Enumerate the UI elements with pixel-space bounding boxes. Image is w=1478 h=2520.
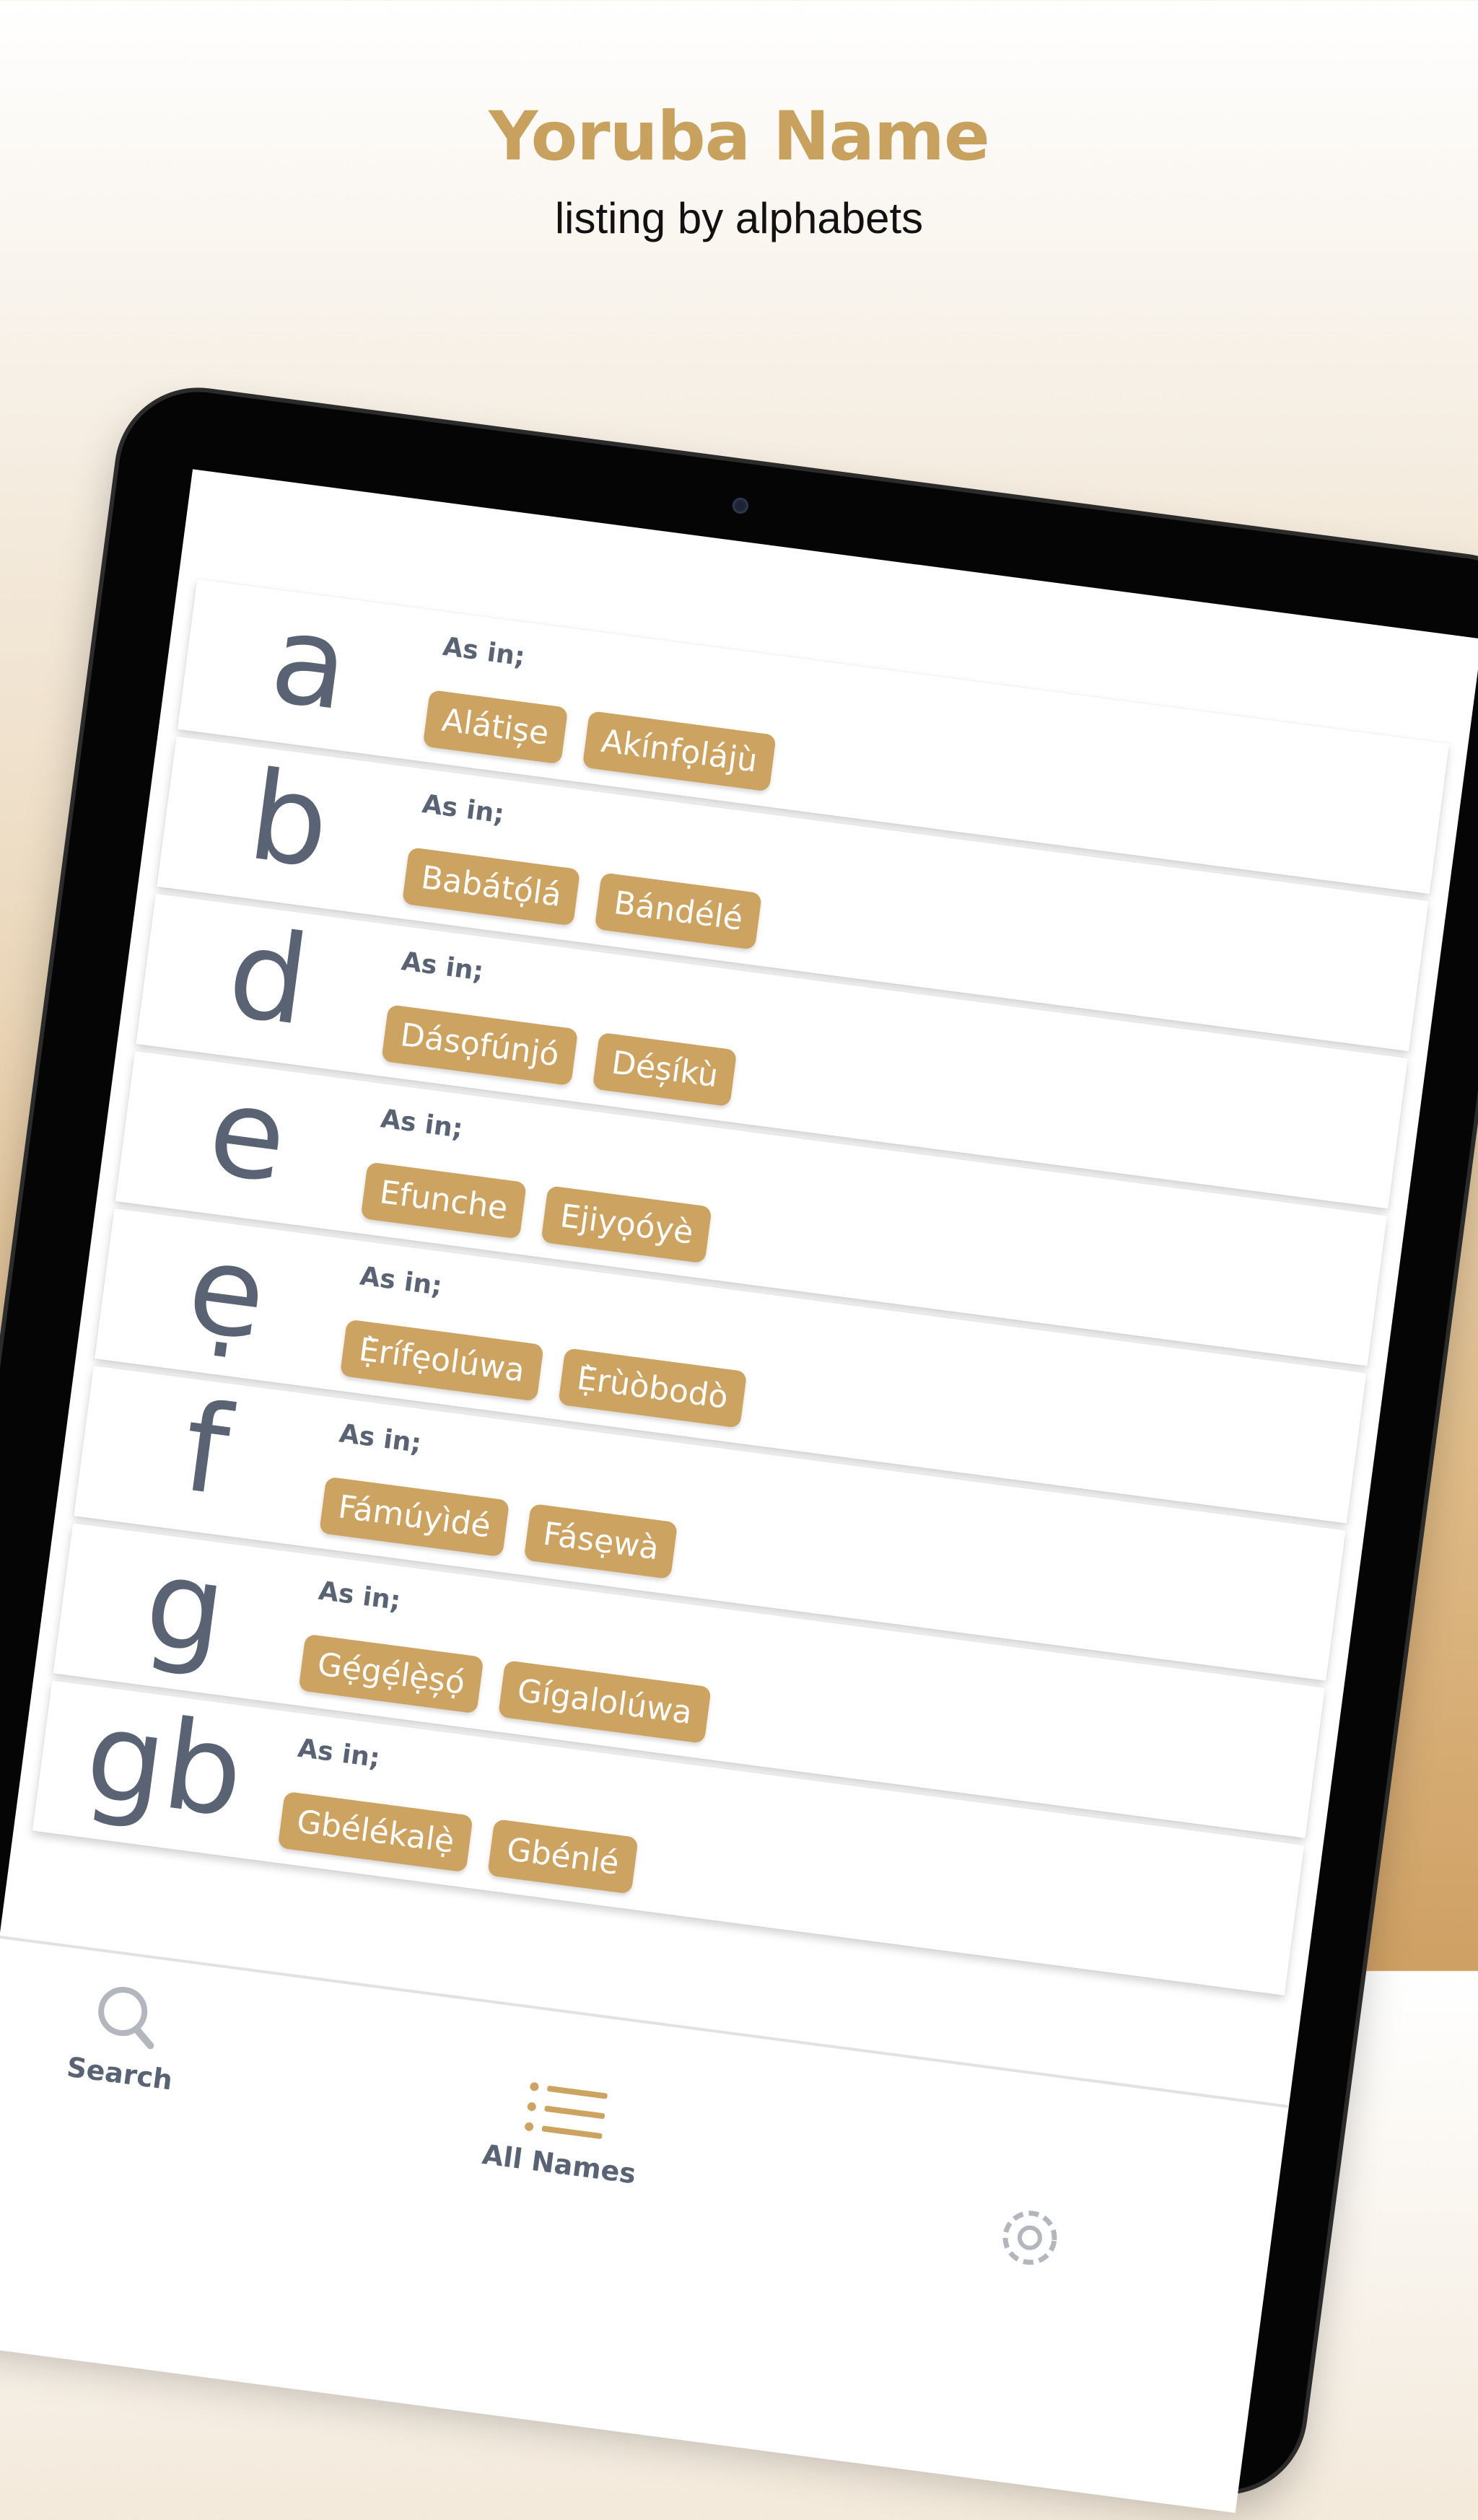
example-name-chip[interactable]: Gbénlé [487, 1819, 639, 1895]
example-name-chip[interactable]: Efunche [360, 1162, 528, 1239]
as-in-label: As in; [337, 1418, 424, 1459]
example-name-chip[interactable]: Gígalolúwa [498, 1660, 712, 1744]
alphabet-letter: b [241, 744, 338, 897]
alphabet-letter: d [220, 901, 317, 1054]
example-name-chip[interactable]: Gbélékalẹ̀ [277, 1791, 474, 1873]
hero-title: Yoruba Name [489, 97, 990, 176]
example-name-chip[interactable]: Gẹ́gẹ́lẹ̀șọ́ [298, 1633, 484, 1714]
alphabet-list: a As in; Alátișe Akínfọlájù b As in; Bab… [32, 579, 1450, 2003]
as-in-label: As in; [379, 1104, 465, 1144]
alphabet-letter: a [263, 587, 357, 739]
tab-all-names[interactable]: All Names [450, 2068, 677, 2194]
tab-settings[interactable] [917, 2185, 1142, 2291]
as-in-label: As in; [358, 1261, 444, 1301]
as-in-label: As in; [399, 947, 486, 987]
example-name-chip[interactable]: Ejiyọóyè [541, 1185, 713, 1264]
example-name-chip[interactable]: Dásọfúnjó [381, 1004, 579, 1086]
camera-dot [731, 496, 750, 515]
alphabet-letter: gb [78, 1683, 252, 1845]
hero-subtitle: listing by alphabets [554, 194, 924, 242]
example-name-chip[interactable]: Babátọ́lá [401, 847, 581, 926]
gear-icon [917, 2185, 1142, 2291]
as-in-label: As in; [316, 1576, 403, 1617]
bottom-tab-bar: Search All Names [0, 1935, 1290, 2309]
example-name-chip[interactable]: Ẹ̀rífẹolúwa [339, 1319, 544, 1402]
example-name-chip[interactable]: Akínfọlájù [582, 711, 777, 792]
app-screen: a As in; Alátișe Akínfọlájù b As in; Bab… [0, 469, 1478, 2514]
example-chips: Gbélékalẹ̀ Gbénlé [277, 1791, 639, 1895]
example-name-chip[interactable]: Alátișe [422, 689, 569, 765]
tablet-device: a As in; Alátișe Akínfọlájù b As in; Bab… [0, 382, 1478, 2514]
example-name-chip[interactable]: Fámúyìdé [319, 1476, 510, 1558]
tab-search[interactable]: Search [10, 1971, 238, 2104]
alphabet-letter: ẹ [180, 1216, 274, 1369]
alphabet-letter: e [201, 1059, 294, 1211]
example-name-chip[interactable]: Bándélé [595, 872, 762, 950]
as-in-label: As in; [441, 631, 527, 672]
alphabet-letter: f [175, 1376, 237, 1524]
as-in-label: As in; [420, 789, 507, 830]
example-name-chip[interactable]: Ẹ̀rùòbodò [557, 1348, 748, 1428]
alphabet-letter: g [137, 1531, 234, 1683]
example-name-chip[interactable]: Déșíkù [592, 1032, 738, 1107]
as-in-label: As in; [296, 1733, 382, 1774]
example-name-chip[interactable]: Fásẹwà [523, 1503, 678, 1579]
